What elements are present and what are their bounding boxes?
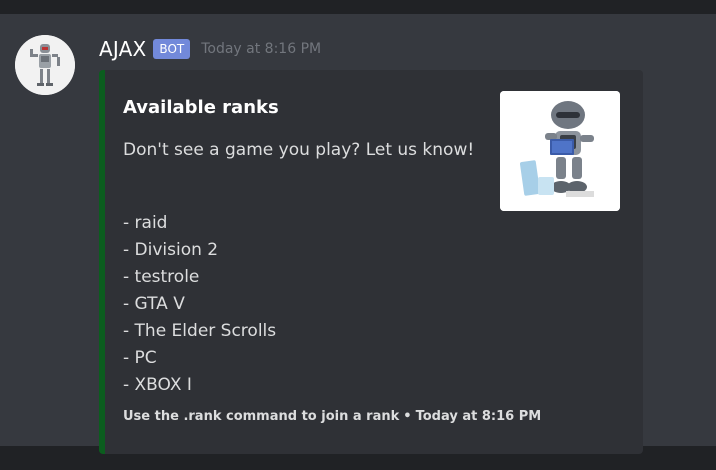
footer-separator: • (403, 409, 412, 424)
robot-avatar-icon (15, 35, 75, 95)
robot-reading-thumbnail (500, 91, 620, 211)
footer-text: Use the .rank command to join a rank (123, 409, 400, 424)
rank-item: - PC (123, 348, 157, 368)
message-area: AJAX BOT Today at 8:16 PM Available rank… (0, 14, 716, 454)
message-timestamp: Today at 8:16 PM (201, 41, 322, 57)
embed-description: Don't see a game you play? Let us know! (123, 140, 475, 160)
embed-thumbnail[interactable] (500, 91, 620, 211)
rich-embed: Available ranks Don't see a game you pla… (99, 70, 643, 454)
embed-footer: Use the .rank command to join a rank • Tod… (123, 409, 541, 424)
bot-badge: BOT (153, 39, 191, 59)
rank-item: - Division 2 (123, 240, 219, 260)
rank-item: - testrole (123, 267, 200, 287)
author-avatar[interactable] (15, 35, 75, 95)
rank-list: - raid - Division 2 - testrole - GTA V -… (123, 210, 276, 399)
rank-item: - raid (123, 213, 168, 233)
rank-item: - GTA V (123, 294, 185, 314)
embed-title: Available ranks (123, 97, 279, 118)
author-username[interactable]: AJAX (99, 37, 146, 61)
rank-item: - The Elder Scrolls (123, 321, 277, 341)
footer-timestamp: Today at 8:16 PM (415, 409, 542, 424)
message-header: AJAX BOT Today at 8:16 PM (99, 35, 321, 63)
rank-item: - XBOX I (123, 375, 192, 395)
